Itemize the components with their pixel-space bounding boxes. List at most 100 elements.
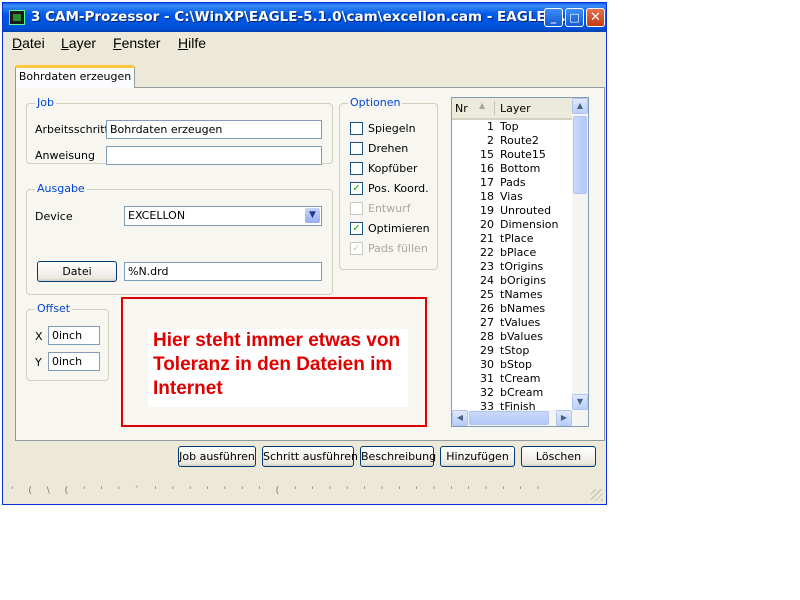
options-group-title: Optionen [348,96,403,109]
list-item[interactable]: 1 Top [452,120,574,134]
minimize-button[interactable]: _ [544,8,563,27]
layer-name: tPlace [500,232,534,245]
layer-nr: 19 [480,204,494,217]
menu-bar: Datei Layer Fenster Hilfe [3,32,606,54]
list-item[interactable]: 18 Vias [452,190,574,204]
description-button[interactable]: Beschreibung [360,446,436,467]
delete-button[interactable]: Löschen [521,446,596,467]
checkbox[interactable] [350,122,363,135]
layer-name: bValues [500,330,543,343]
layer-nr: 23 [480,260,494,273]
option-label: Pos. Koord. [368,182,429,195]
vertical-scrollbar[interactable]: ▲ ▼ [572,98,588,410]
instruction-input[interactable] [106,146,322,165]
scroll-thumb-horizontal[interactable] [469,411,549,425]
list-item[interactable]: 16 Bottom [452,162,574,176]
list-item[interactable]: 25 tNames [452,288,574,302]
list-item[interactable]: 26 bNames [452,302,574,316]
column-header-layer[interactable]: Layer [500,102,531,115]
horizontal-scrollbar[interactable]: ◀ ▶ [452,410,588,426]
maximize-button[interactable]: □ [565,8,584,27]
option-label: Entwurf [368,202,411,215]
file-input[interactable]: %N.drd [124,262,322,281]
list-item[interactable]: 31 tCream [452,372,574,386]
device-label: Device [35,210,73,223]
layer-nr: 30 [480,358,494,371]
list-item[interactable]: 20 Dimension [452,218,574,232]
list-item[interactable]: 2 Route2 [452,134,574,148]
layer-name: Route15 [500,148,546,161]
layer-nr: 24 [480,274,494,287]
tab-bohrdaten[interactable]: Bohrdaten erzeugen [15,65,135,88]
menu-fenster[interactable]: Fenster [113,35,160,51]
layer-name: tNames [500,288,543,301]
option-label: Kopfüber [368,162,418,175]
scroll-right-icon[interactable]: ▶ [556,410,572,426]
list-item[interactable]: 29 tStop [452,344,574,358]
list-item[interactable]: 32 bCream [452,386,574,400]
list-item[interactable]: 22 bPlace [452,246,574,260]
scroll-up-icon[interactable]: ▲ [572,98,588,114]
list-item[interactable]: 23 tOrigins [452,260,574,274]
layer-nr: 1 [487,120,494,133]
layer-nr: 2 [487,134,494,147]
checkmark-icon[interactable]: ✓ [350,222,363,235]
status-bar: ' ( \ ( ' ' ' ` ' ' ' ' ' ' ' ( ' ' ' ' … [3,477,606,504]
column-divider[interactable] [494,101,495,115]
layer-name: bCream [500,386,544,399]
checkbox[interactable] [350,142,363,155]
layer-nr: 17 [480,176,494,189]
output-group: Ausgabe Device EXCELLON ▼ Datei %N.drd [26,182,333,295]
layer-name: bOrigins [500,274,546,287]
offset-x-input[interactable]: 0inch [48,326,100,345]
offset-y-input[interactable]: 0inch [48,352,100,371]
add-button[interactable]: Hinzufügen [440,446,515,467]
checkmark-icon[interactable]: ✓ [350,182,363,195]
layer-name: Dimension [500,218,559,231]
option-label: Pads füllen [368,242,428,255]
cam-processor-window: 3 CAM-Prozessor - C:\WinXP\EAGLE-5.1.0\c… [2,2,607,505]
checkbox[interactable] [350,162,363,175]
resize-grip-icon[interactable] [591,489,603,501]
layer-name: Top [500,120,519,133]
menu-datei[interactable]: Datei [12,35,45,51]
file-button[interactable]: Datei [37,261,117,282]
option-label: Optimieren [368,222,430,235]
device-select[interactable]: EXCELLON ▼ [124,206,322,226]
scroll-down-icon[interactable]: ▼ [572,394,588,410]
title-bar[interactable]: 3 CAM-Prozessor - C:\WinXP\EAGLE-5.1.0\c… [3,3,606,32]
device-value: EXCELLON [128,209,186,222]
list-item[interactable]: 19 Unrouted [452,204,574,218]
close-button[interactable]: ✕ [586,8,605,27]
list-item[interactable]: 24 bOrigins [452,274,574,288]
layer-name: Bottom [500,162,541,175]
job-group: Job Arbeitsschritt Bohrdaten erzeugen An… [26,96,333,165]
list-item[interactable]: 15 Route15 [452,148,574,162]
layer-nr: 16 [480,162,494,175]
layer-name: bNames [500,302,546,315]
offset-y-label: Y [35,356,42,369]
layer-list-header: Nr ▲ Layer [452,98,574,120]
scroll-left-icon[interactable]: ◀ [452,410,468,426]
scroll-thumb[interactable] [573,116,587,194]
run-job-button[interactable]: Job ausführen [178,446,256,467]
sort-arrow-icon: ▲ [479,101,486,110]
list-item[interactable]: 27 tValues [452,316,574,330]
layer-list[interactable]: Nr ▲ Layer 1 Top 2 Route2 15 Route15 16 Bott… [451,97,589,427]
run-step-button[interactable]: Schritt ausführen [262,446,358,467]
checkbox [350,202,363,215]
layer-name: Vias [500,190,523,203]
menu-layer[interactable]: Layer [61,35,96,51]
menu-hilfe[interactable]: Hilfe [178,35,206,51]
list-item[interactable]: 21 tPlace [452,232,574,246]
list-item[interactable]: 28 bValues [452,330,574,344]
step-input[interactable]: Bohrdaten erzeugen [106,120,322,139]
step-label: Arbeitsschritt [35,123,109,136]
layer-rows: 1 Top 2 Route2 15 Route15 16 Bottom 17 Pads 1… [452,120,574,414]
annotation-background: Hier steht immer etwas von Toleranz in d… [148,329,408,407]
list-item[interactable]: 30 bStop [452,358,574,372]
layer-name: tStop [500,344,530,357]
column-header-nr[interactable]: Nr [455,102,468,115]
list-item[interactable]: 17 Pads [452,176,574,190]
chevron-down-icon[interactable]: ▼ [305,208,320,223]
